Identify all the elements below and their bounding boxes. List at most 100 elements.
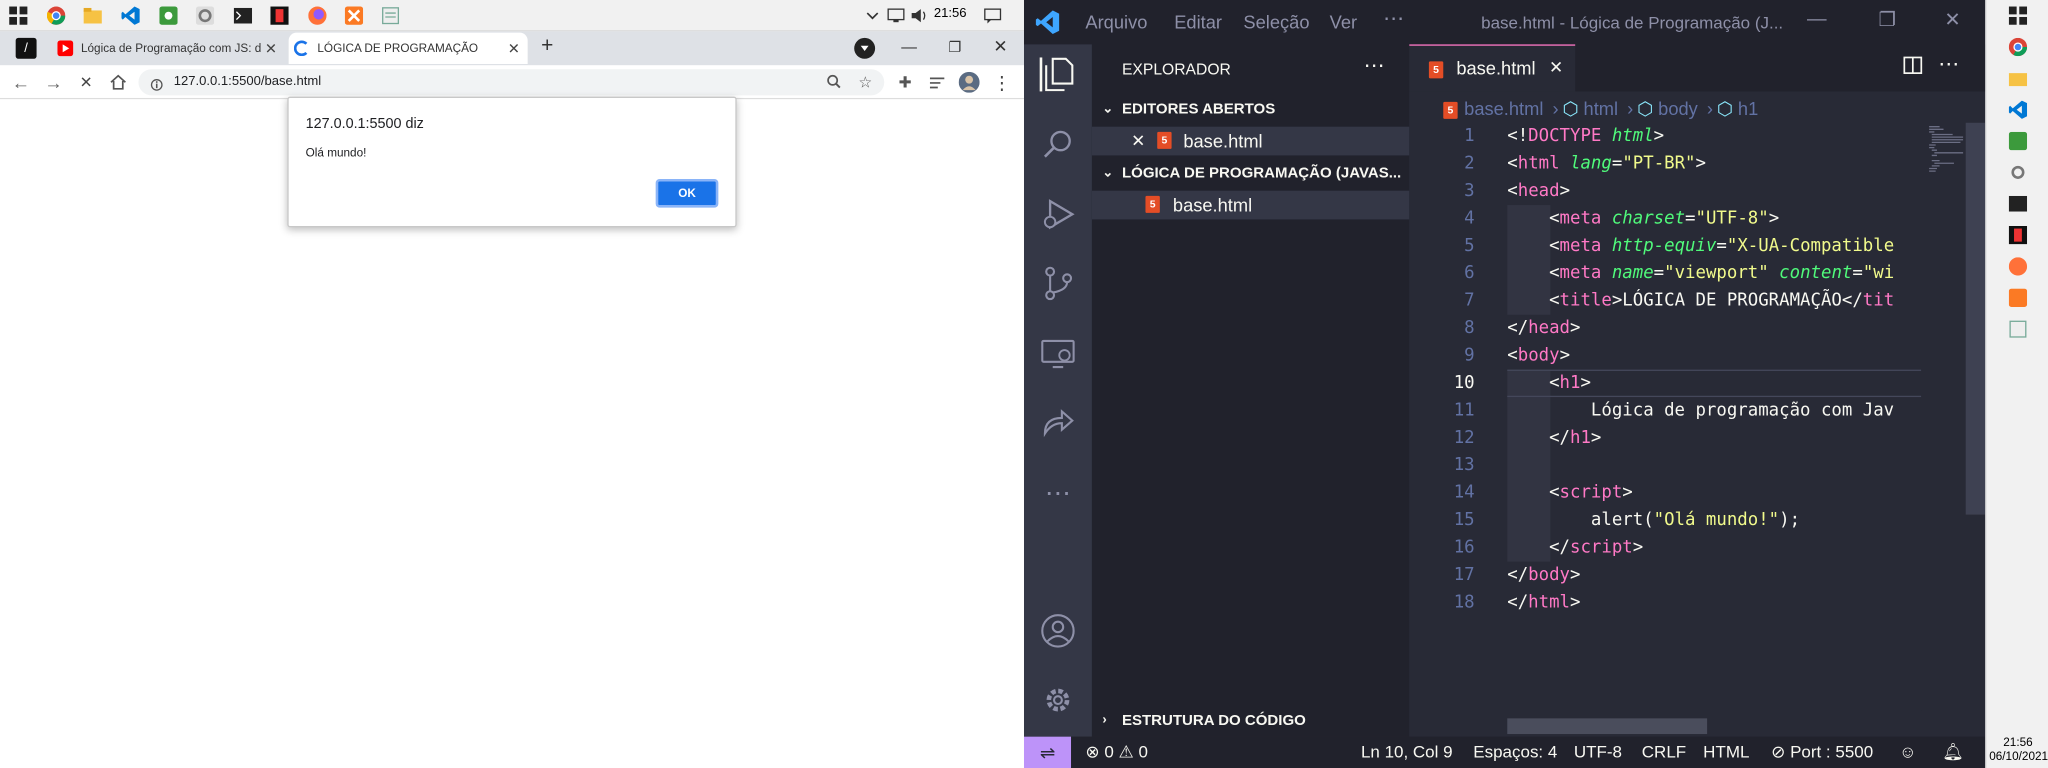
code-line[interactable]: </body> bbox=[1507, 562, 1580, 589]
extensions-puzzle-icon[interactable]: ✚ bbox=[893, 71, 917, 95]
settings-app-icon[interactable] bbox=[2008, 162, 2029, 183]
windows-start-icon[interactable] bbox=[2008, 5, 2029, 26]
app-green-icon[interactable] bbox=[2008, 131, 2029, 152]
file-tree-item[interactable]: 5 base.html bbox=[1091, 190, 1410, 220]
volume-icon[interactable] bbox=[909, 5, 930, 26]
tab-search-icon[interactable] bbox=[854, 37, 876, 59]
notepad-icon[interactable] bbox=[380, 5, 401, 26]
remote-indicator-icon[interactable]: ⇌ bbox=[1023, 736, 1072, 768]
more-menu-icon[interactable]: ⋮ bbox=[990, 71, 1014, 95]
taskbar-clock[interactable]: 21:56 bbox=[934, 7, 967, 21]
tab-logica-programacao[interactable]: LÓGICA DE PROGRAMAÇÃO ✕ bbox=[288, 32, 528, 64]
code-editor[interactable]: 1 <!DOCTYPE html> 2 <html lang="PT-BR"> 3 <he… bbox=[1409, 123, 1922, 711]
app-green-icon[interactable] bbox=[158, 5, 179, 26]
vscode-taskbar-icon[interactable] bbox=[2008, 99, 2029, 120]
code-line[interactable]: <meta name="viewport" content="wi bbox=[1507, 260, 1894, 287]
new-tab-icon[interactable]: + bbox=[537, 35, 558, 57]
terminal-icon[interactable] bbox=[232, 5, 253, 26]
menu-arquivo[interactable]: Arquivo bbox=[1085, 12, 1147, 33]
close-editor-icon[interactable]: ✕ bbox=[1131, 127, 1145, 156]
close-window-icon[interactable]: ✕ bbox=[1937, 8, 1968, 37]
more-menu-icon[interactable]: ⋯ bbox=[1383, 5, 1404, 31]
explorer-more-icon[interactable]: ⋯ bbox=[1364, 52, 1385, 78]
address-bar[interactable]: 127.0.0.1:5500/base.html ☆ bbox=[138, 69, 885, 96]
vertical-scrollbar[interactable] bbox=[1965, 122, 1986, 515]
code-line[interactable]: <h1> bbox=[1507, 370, 1591, 397]
open-editors-section[interactable]: ⌄ EDITORES ABERTOS bbox=[1092, 95, 1409, 124]
app-red-icon[interactable] bbox=[269, 5, 290, 26]
profile-avatar[interactable] bbox=[957, 71, 981, 95]
code-line[interactable]: </script> bbox=[1507, 534, 1643, 561]
windows-start-icon[interactable] bbox=[8, 5, 29, 26]
code-line[interactable]: <body> bbox=[1507, 342, 1570, 369]
menu-ver[interactable]: Ver bbox=[1330, 12, 1357, 33]
firefox-icon[interactable] bbox=[2008, 256, 2029, 277]
code-line[interactable]: </head> bbox=[1507, 315, 1580, 342]
right-taskbar-clock[interactable]: 21:56 06/10/2021 bbox=[1989, 735, 2048, 764]
pinned-tab-icon[interactable]: / bbox=[15, 37, 37, 59]
minimize-icon[interactable]: — bbox=[1801, 8, 1832, 37]
search-icon[interactable] bbox=[1041, 127, 1075, 161]
chevron-up-icon[interactable] bbox=[862, 5, 883, 26]
bookmark-star-icon[interactable]: ☆ bbox=[858, 69, 872, 95]
split-editor-icon[interactable] bbox=[1903, 56, 1923, 81]
code-line[interactable]: <title>LÓGICA DE PROGRAMAÇÃO</tit bbox=[1507, 287, 1894, 314]
live-share-icon[interactable] bbox=[1041, 406, 1075, 440]
live-server-port[interactable]: ⊘ Port : 5500 bbox=[1771, 742, 1873, 763]
chrome-icon[interactable] bbox=[46, 5, 67, 26]
horizontal-scrollbar[interactable] bbox=[1507, 718, 1708, 735]
feedback-icon[interactable]: ☺ bbox=[1899, 742, 1916, 762]
forward-arrow-icon[interactable]: → bbox=[42, 71, 66, 95]
bell-icon[interactable]: 🔔︎ bbox=[1942, 742, 1964, 763]
code-line[interactable]: <meta charset="UTF-8"> bbox=[1507, 205, 1779, 232]
breadcrumb-item[interactable]: base.html bbox=[1464, 98, 1543, 119]
breadcrumb-item[interactable]: html bbox=[1584, 98, 1619, 119]
breadcrumb-item[interactable]: h1 bbox=[1738, 98, 1758, 119]
breadcrumb-item[interactable]: body bbox=[1658, 98, 1698, 119]
stop-loading-icon[interactable]: ✕ bbox=[74, 71, 98, 95]
more-views-icon[interactable]: ⋯ bbox=[1041, 475, 1075, 509]
xampp-icon[interactable] bbox=[2008, 287, 2029, 308]
code-line[interactable]: alert("Olá mundo!"); bbox=[1507, 507, 1800, 534]
end-of-line[interactable]: CRLF bbox=[1642, 742, 1686, 762]
close-tab-icon[interactable]: ✕ bbox=[1549, 57, 1563, 78]
close-tab-icon[interactable]: ✕ bbox=[508, 40, 520, 58]
back-arrow-icon[interactable]: ← bbox=[9, 71, 33, 95]
settings-app-icon[interactable] bbox=[195, 5, 216, 26]
vscode-taskbar-icon[interactable] bbox=[120, 5, 141, 26]
firefox-icon[interactable] bbox=[307, 5, 328, 26]
terminal-icon[interactable] bbox=[2008, 193, 2029, 214]
indentation[interactable]: Espaços: 4 bbox=[1473, 742, 1557, 762]
notepad-icon[interactable] bbox=[2008, 319, 2029, 340]
restore-icon[interactable]: ❐ bbox=[944, 37, 965, 58]
chrome-icon[interactable] bbox=[2008, 37, 2029, 58]
zoom-icon[interactable] bbox=[827, 69, 841, 95]
minimap[interactable] bbox=[1921, 122, 1966, 711]
language-mode[interactable]: HTML bbox=[1703, 742, 1749, 762]
xampp-icon[interactable] bbox=[344, 5, 365, 26]
code-line[interactable]: </html> bbox=[1507, 589, 1580, 616]
cursor-position[interactable]: Ln 10, Col 9 bbox=[1361, 742, 1453, 762]
manage-gear-icon[interactable] bbox=[1041, 683, 1075, 717]
code-line[interactable]: <meta http-equiv="X-UA-Compatible bbox=[1507, 232, 1894, 259]
problems-indicator[interactable]: ⊗ 0 ⚠ 0 bbox=[1085, 742, 1148, 763]
editor-more-icon[interactable]: ⋯ bbox=[1938, 51, 1959, 77]
app-red-icon[interactable] bbox=[2008, 225, 2029, 246]
site-info-icon[interactable] bbox=[150, 76, 163, 102]
encoding[interactable]: UTF-8 bbox=[1574, 742, 1622, 762]
file-explorer-icon[interactable] bbox=[2008, 68, 2029, 89]
restore-icon[interactable]: ❐ bbox=[1872, 8, 1903, 37]
source-control-icon[interactable] bbox=[1041, 266, 1075, 301]
explorer-files-icon[interactable] bbox=[1039, 57, 1074, 92]
code-line[interactable]: Lógica de programação com Jav bbox=[1507, 397, 1894, 424]
editor-tab-base-html[interactable]: 5 base.html ✕ bbox=[1409, 44, 1576, 92]
menu-editar[interactable]: Editar bbox=[1174, 12, 1222, 33]
code-line[interactable]: <script> bbox=[1507, 479, 1633, 506]
close-window-icon[interactable]: ✕ bbox=[990, 37, 1011, 58]
tab-youtube[interactable]: Lógica de Programação com JS: d ✕ bbox=[52, 33, 284, 64]
home-icon[interactable] bbox=[106, 71, 130, 95]
folder-section[interactable]: ⌄ LÓGICA DE PROGRAMAÇÃO (JAVAS... bbox=[1092, 159, 1409, 188]
minimize-icon[interactable]: — bbox=[899, 37, 920, 58]
code-line[interactable]: </h1> bbox=[1507, 424, 1601, 451]
code-line[interactable]: <head> bbox=[1507, 178, 1570, 205]
